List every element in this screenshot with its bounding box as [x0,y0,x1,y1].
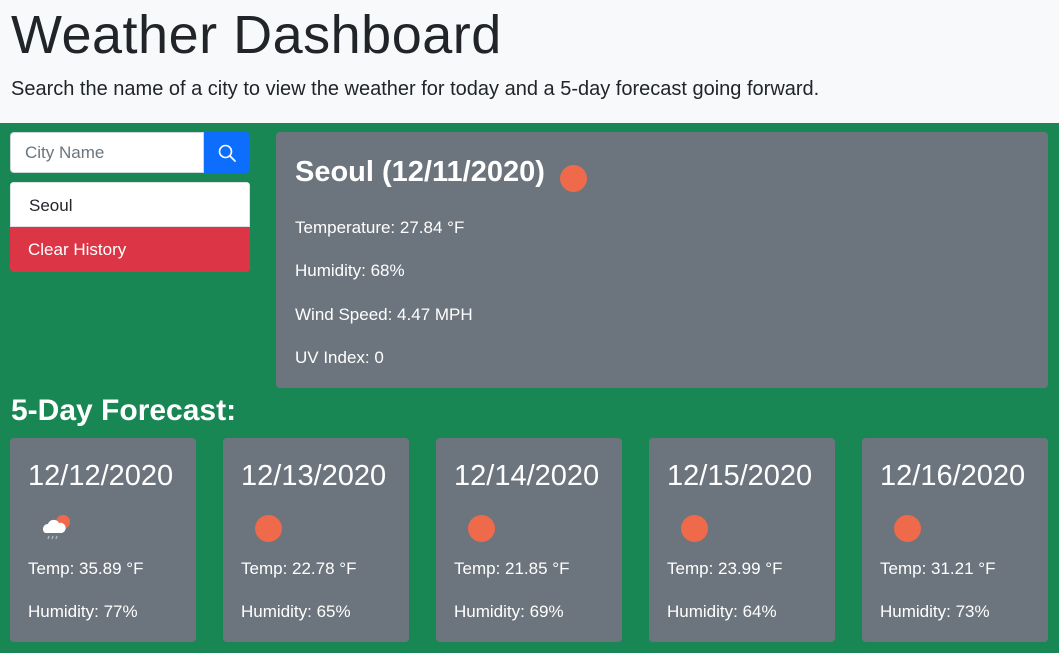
forecast-humidity: Humidity: 73% [880,602,990,621]
current-humidity: Humidity: 68% [295,261,405,280]
page-subtitle: Search the name of a city to view the we… [11,78,820,100]
forecast-date: 12/16/2020 [880,460,1026,492]
search-history: Seoul Clear History [10,182,250,272]
forecast-date: 12/12/2020 [28,460,174,492]
rain-cloud-sun-icon [40,513,74,548]
search-button[interactable] [204,132,250,173]
page-title: Weather Dashboard [11,5,502,65]
forecast-humidity: Humidity: 65% [241,602,351,621]
forecast-temp: Temp: 22.78 °F [241,559,357,578]
forecast-date: 12/14/2020 [454,460,600,492]
clear-sky-icon [894,515,921,547]
forecast-humidity: Humidity: 64% [667,602,777,621]
clear-sky-icon [255,515,282,547]
forecast-date: 12/15/2020 [667,460,813,492]
forecast-temp: Temp: 23.99 °F [667,559,783,578]
history-item-seoul[interactable]: Seoul [10,182,250,227]
clear-sky-icon [681,515,708,547]
current-wind-speed: Wind Speed: 4.47 MPH [295,305,473,324]
forecast-temp: Temp: 31.21 °F [880,559,996,578]
forecast-title: 5-Day Forecast: [11,394,237,427]
clear-history-button[interactable]: Clear History [10,227,250,272]
page-header: Weather Dashboard Search the name of a c… [0,0,1059,123]
current-city-title: Seoul (12/11/2020) [295,156,545,188]
forecast-card: 12/13/2020 Temp: 22.78 °F Humidity: 65% [223,438,409,642]
forecast-card: 12/16/2020 Temp: 31.21 °F Humidity: 73% [862,438,1048,642]
forecast-humidity: Humidity: 69% [454,602,564,621]
forecast-card: 12/12/2020 Temp: 35.89 °F Humidity: 77% [10,438,196,642]
forecast-temp: Temp: 35.89 °F [28,559,144,578]
search-icon [218,144,236,162]
city-search-input[interactable] [10,132,204,173]
current-temperature: Temperature: 27.84 °F [295,218,465,237]
current-weather-card: Seoul (12/11/2020) Temperature: 27.84 °F… [276,132,1048,388]
search-form [10,132,250,173]
clear-sky-icon [560,165,587,192]
forecast-humidity: Humidity: 77% [28,602,138,621]
forecast-card: 12/15/2020 Temp: 23.99 °F Humidity: 64% [649,438,835,642]
current-uv-index: UV Index: 0 [295,348,384,367]
forecast-date: 12/13/2020 [241,460,387,492]
forecast-temp: Temp: 21.85 °F [454,559,570,578]
forecast-card: 12/14/2020 Temp: 21.85 °F Humidity: 69% [436,438,622,642]
clear-sky-icon [468,515,495,547]
